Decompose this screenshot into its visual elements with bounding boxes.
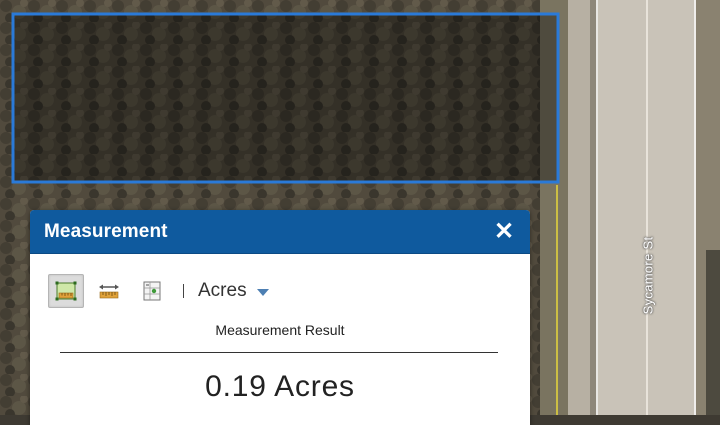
measurement-panel: Measurement ✕ Acres Measurement Result 0…: [30, 210, 530, 425]
chevron-down-icon: [256, 288, 269, 296]
panel-title: Measurement: [44, 220, 168, 242]
result-value: 0.19 Acres: [205, 370, 355, 403]
panel-header: Measurement ✕: [30, 210, 530, 254]
result-heading: Measurement Result: [215, 322, 345, 338]
unit-dropdown[interactable]: Acres: [198, 280, 269, 302]
location-coordinates-icon: [143, 281, 161, 301]
unit-label: Acres: [198, 280, 247, 301]
area-tool-button[interactable]: [48, 274, 84, 308]
street-name: Sycamore St: [640, 236, 656, 314]
street-label: Sycamore St: [628, 230, 668, 320]
location-tool-button[interactable]: [134, 274, 170, 308]
close-button[interactable]: ✕: [493, 217, 515, 245]
area-measure-icon: [55, 281, 77, 301]
measurement-toolbar: Acres: [48, 272, 269, 310]
distance-measure-icon: [99, 284, 119, 299]
close-icon: ✕: [493, 217, 515, 245]
distance-tool-button[interactable]: [91, 274, 127, 308]
result-divider: [60, 352, 498, 353]
toolbar-divider: [183, 284, 184, 298]
